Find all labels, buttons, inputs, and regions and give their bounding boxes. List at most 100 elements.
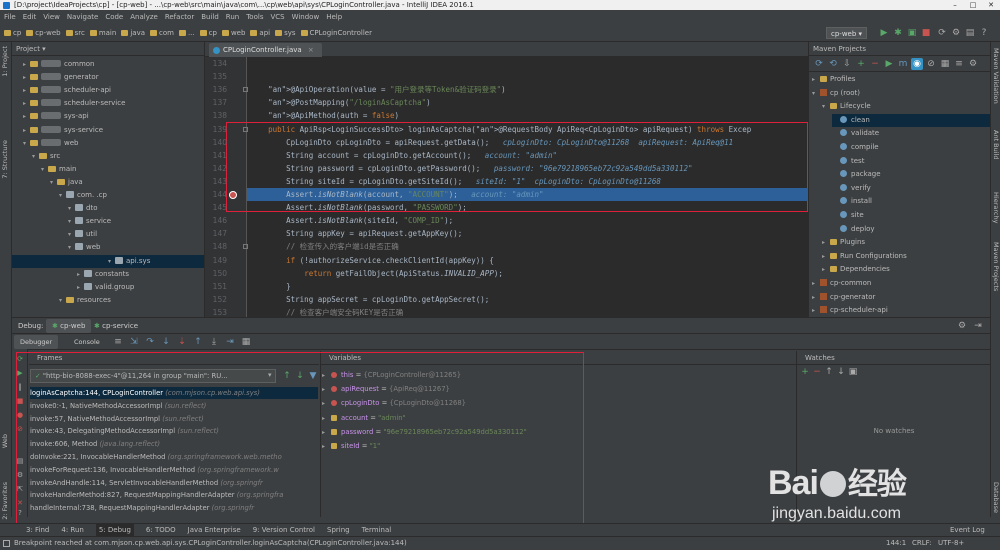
tree-expand-arrow-icon[interactable]: ▾ <box>812 87 820 100</box>
tree-expand-arrow-icon[interactable]: ▸ <box>812 73 820 86</box>
tree-expand-arrow-icon[interactable]: ▸ <box>23 71 30 84</box>
stack-frame[interactable]: invoke:43, DelegatingMethodAccessorImpl … <box>30 425 318 437</box>
stack-frame[interactable]: loginAsCaptcha:144, CPLoginController (c… <box>30 387 318 399</box>
tool-favorites[interactable]: 2: Favorites <box>1 482 9 520</box>
tree-expand-arrow-icon[interactable]: ▸ <box>77 281 84 294</box>
code-line[interactable]: if (!authorizeService.checkClientId(appK… <box>250 254 805 267</box>
tree-expand-arrow-icon[interactable]: ▸ <box>812 291 820 304</box>
code-line[interactable]: Assert.isNotBlank(siteId, "COMP_ID"); <box>250 214 805 227</box>
code-line[interactable] <box>250 57 805 70</box>
variable-row[interactable]: ▸ cpLoginDto = {CpLoginDto@11268} <box>322 397 466 410</box>
settings-icon[interactable]: ⚙ <box>950 27 962 39</box>
evaluate-icon[interactable]: ▦ <box>240 336 252 348</box>
tree-expand-arrow-icon[interactable]: ▾ <box>32 150 39 163</box>
project-tree-item[interactable]: ▸ scheduler-api <box>23 84 111 97</box>
run-to-cursor-icon[interactable]: ⇥ <box>224 336 236 348</box>
stack-frame[interactable]: invoke:606, Method (java.lang.reflect) <box>30 438 318 450</box>
run-maven-icon[interactable]: ▶ <box>883 58 895 70</box>
code-line[interactable]: CpLoginDto cpLoginDto = apiRequest.getDa… <box>250 136 805 149</box>
session-tab-cp-web[interactable]: ✱ cp-web <box>46 319 92 333</box>
editor-tab-active[interactable]: CPLoginController.java × <box>209 43 322 57</box>
debug-icon[interactable]: ✱ <box>892 27 904 39</box>
code-line[interactable] <box>250 70 805 83</box>
variable-row[interactable]: ▸ this = {CPLoginController@11265} <box>322 369 461 382</box>
breadcrumb-cp-web[interactable]: cp-web <box>26 24 60 42</box>
tool-web[interactable]: Web <box>1 434 9 448</box>
code-line[interactable]: Assert.isNotBlank(password, "PASSWORD"); <box>250 201 805 214</box>
project-tree-item[interactable]: ▾ main <box>41 163 77 176</box>
tree-expand-arrow-icon[interactable]: ▾ <box>68 215 75 228</box>
maven-tree-item[interactable]: package <box>832 168 881 181</box>
breadcrumb-api[interactable]: api <box>250 24 270 42</box>
tree-expand-arrow-icon[interactable]: ▸ <box>23 97 30 110</box>
stack-frame[interactable]: invokeForRequest:136, InvocableHandlerMe… <box>30 464 318 476</box>
stack-frame[interactable]: invokeHandlerMethod:827, RequestMappingH… <box>30 489 318 501</box>
tree-expand-arrow-icon[interactable]: ▾ <box>822 100 830 113</box>
show-deps-icon[interactable]: ▦ <box>939 58 951 70</box>
tree-expand-arrow-icon[interactable]: ▸ <box>23 124 30 137</box>
variable-row[interactable]: ▸ account = "admin" <box>322 412 406 425</box>
project-tree-item[interactable]: ▸ sys-service <box>23 124 103 137</box>
menu-edit[interactable]: Edit <box>23 13 37 21</box>
breadcrumb-web[interactable]: web <box>222 24 245 42</box>
vcs-update-icon[interactable]: ⟳ <box>936 27 948 39</box>
tree-expand-arrow-icon[interactable]: ▸ <box>812 277 820 290</box>
file-encoding[interactable]: UTF-8+ <box>938 537 964 550</box>
breadcrumb-main[interactable]: main <box>90 24 117 42</box>
breadcrumb-src[interactable]: src <box>66 24 85 42</box>
stack-frame[interactable]: doInvoke:221, InvocableHandlerMethod (or… <box>30 451 318 463</box>
code-line[interactable]: String siteId = cpLoginDto.getSiteId(); … <box>250 175 805 188</box>
minimize-button[interactable]: – <box>946 0 964 10</box>
project-tree-item[interactable]: ▾ dto <box>68 202 97 215</box>
caret-position[interactable]: 144:1 <box>886 537 906 550</box>
tree-expand-arrow-icon[interactable]: ▸ <box>822 250 830 263</box>
project-tree-item[interactable]: ▾ java <box>50 176 83 189</box>
run-config-select[interactable]: cp-web ▾ <box>826 27 868 39</box>
code-line[interactable]: String appKey = apiRequest.getAppKey(); <box>250 227 805 240</box>
menu-refactor[interactable]: Refactor <box>165 13 194 21</box>
maven-tree-item[interactable]: ▸ Profiles <box>812 73 855 86</box>
tree-expand-arrow-icon[interactable]: ▸ <box>23 110 30 123</box>
tool-maven-validation[interactable]: Maven Validation <box>992 48 1000 104</box>
help-icon[interactable]: ? <box>978 27 990 39</box>
breadcrumb-java[interactable]: java <box>121 24 145 42</box>
project-tree-item[interactable]: ▾ web <box>23 137 78 150</box>
menu-vcs[interactable]: VCS <box>270 13 284 21</box>
console-menu-icon[interactable]: ≡ <box>112 336 124 348</box>
expand-arrow-icon[interactable]: ▸ <box>322 398 331 411</box>
tree-expand-arrow-icon[interactable]: ▸ <box>812 304 820 317</box>
project-tree-item[interactable]: ▾ service <box>68 215 111 228</box>
tool-hierarchy[interactable]: Hierarchy <box>992 192 1000 223</box>
breadcrumb-hidden[interactable]: ... <box>179 24 195 42</box>
show-exec-point-icon[interactable]: ⇲ <box>128 336 140 348</box>
code-line[interactable]: return getFailObject(ApiStatus.INVALID_A… <box>250 267 805 280</box>
maven-tree-item[interactable]: ▸ Dependencies <box>822 263 890 276</box>
maven-tree-item[interactable]: ▾ cp (root) <box>812 87 860 100</box>
maven-tree-item[interactable]: install <box>832 195 872 208</box>
maven-tree-item[interactable]: ▸ cp-common <box>812 277 871 290</box>
step-out-icon[interactable]: ↑ <box>192 336 204 348</box>
menu-run[interactable]: Run <box>226 13 239 21</box>
code-line[interactable]: String password = cpLoginDto.getPassword… <box>250 162 805 175</box>
menu-build[interactable]: Build <box>201 13 219 21</box>
fold-marker-icon[interactable] <box>243 87 248 93</box>
tree-expand-arrow-icon[interactable]: ▾ <box>50 176 57 189</box>
project-tree-item[interactable]: ▾ api.sys <box>12 254 204 268</box>
coverage-icon[interactable]: ▣ <box>906 27 918 39</box>
step-over-icon[interactable]: ↷ <box>144 336 156 348</box>
breadcrumb-com[interactable]: com <box>150 24 174 42</box>
download-icon[interactable]: ⇩ <box>841 58 853 70</box>
project-tree-item[interactable]: ▾ util <box>68 228 97 241</box>
tool-ant-build[interactable]: Ant Build <box>992 130 1000 160</box>
menu-tools[interactable]: Tools <box>246 13 263 21</box>
maven-tree-item[interactable]: ▸ cp-scheduler-api <box>812 304 888 317</box>
tree-expand-arrow-icon[interactable]: ▾ <box>68 202 75 215</box>
maven-goal-icon[interactable]: m <box>897 58 909 70</box>
stop-icon[interactable]: ■ <box>920 27 932 39</box>
code-line[interactable]: "an">@PostMapping("/loginAsCaptcha") <box>250 96 805 109</box>
code-line[interactable]: public ApiRsp<LoginSuccessDto> loginAsCa… <box>250 123 805 136</box>
close-tab-icon[interactable]: × <box>308 46 314 54</box>
run-icon[interactable]: ▶ <box>878 27 890 39</box>
maven-tree-item[interactable]: ▸ cp-generator <box>812 291 875 304</box>
generate-sources-icon[interactable]: ⟲ <box>827 58 839 70</box>
